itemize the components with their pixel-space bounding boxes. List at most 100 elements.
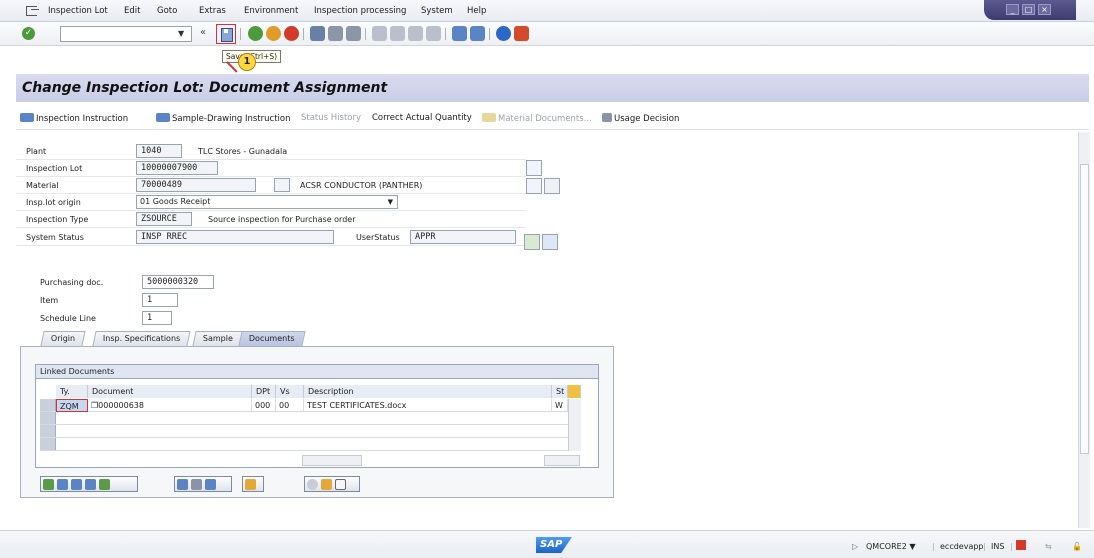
exit-app-icon[interactable]: [266, 26, 281, 41]
table-row[interactable]: [40, 425, 581, 438]
system-status-field[interactable]: INSP RREC: [136, 230, 334, 244]
play-icon[interactable]: ▷: [852, 542, 858, 551]
close-icon[interactable]: ×: [1038, 4, 1051, 15]
filter-icon[interactable]: [85, 479, 96, 490]
new-document-icon[interactable]: [321, 479, 332, 490]
collapse-chevron-icon[interactable]: «: [200, 27, 206, 38]
object-link-buttons[interactable]: [304, 476, 360, 492]
export-button[interactable]: [242, 476, 264, 492]
sample-drawing-instruction-button[interactable]: Sample-Drawing Instruction: [156, 113, 290, 124]
table-row[interactable]: ZQM ❐000000638 000 00 TEST CERTIFICATES.…: [40, 399, 581, 412]
schedule-line-field[interactable]: 1: [142, 311, 172, 325]
tab-sample[interactable]: Sample: [192, 331, 244, 346]
previous-page-icon[interactable]: [390, 26, 405, 41]
cell-vs[interactable]: 00: [276, 399, 304, 412]
column-header-status[interactable]: St: [552, 385, 568, 398]
maximize-icon[interactable]: □: [1022, 4, 1035, 15]
print-icon[interactable]: [310, 26, 325, 41]
insp-lot-origin-dropdown[interactable]: 01 Goods Receipt ▼: [136, 195, 398, 209]
tab-insp-specifications[interactable]: Insp. Specifications: [92, 331, 191, 346]
inspection-instruction-button[interactable]: Inspection Instruction: [20, 113, 128, 124]
info-icon[interactable]: [542, 234, 558, 250]
document-display-buttons[interactable]: [174, 476, 232, 492]
back-icon[interactable]: [248, 26, 263, 41]
cell-description[interactable]: TEST CERTIFICATES.docx: [304, 399, 552, 412]
blank-page-icon[interactable]: [335, 479, 346, 490]
page-vertical-scrollbar[interactable]: [1078, 132, 1090, 528]
cell-type[interactable]: ZQM: [56, 399, 88, 412]
object-list-icon[interactable]: [544, 178, 560, 194]
table-settings-icon[interactable]: [568, 385, 581, 398]
material-checkbox[interactable]: [274, 178, 290, 192]
status-history-button[interactable]: Status History: [301, 113, 361, 123]
enter-check-icon[interactable]: ✓: [22, 27, 35, 40]
new-session-icon[interactable]: [452, 26, 467, 41]
delete-row-icon[interactable]: [57, 479, 68, 490]
performance-icon[interactable]: [1016, 540, 1026, 550]
menu-inspection-lot[interactable]: Inspection Lot: [48, 6, 108, 16]
table-row[interactable]: [40, 438, 581, 451]
menu-edit[interactable]: Edit: [124, 6, 140, 16]
status-system[interactable]: QMCORE2 ▼: [866, 542, 916, 551]
change-document-icon[interactable]: [191, 479, 202, 490]
tab-documents[interactable]: Documents: [238, 331, 306, 346]
exit-icon[interactable]: [26, 6, 39, 16]
help-icon[interactable]: [496, 26, 511, 41]
menu-goto[interactable]: Goto: [157, 6, 177, 16]
sort-icon[interactable]: [99, 479, 110, 490]
command-dropdown-icon[interactable]: ▼: [178, 29, 184, 38]
menu-extras[interactable]: Extras: [199, 6, 226, 16]
menu-help[interactable]: Help: [467, 6, 486, 16]
object-links-icon[interactable]: [307, 479, 318, 490]
inspection-type-field[interactable]: ZSOURCE: [136, 212, 192, 226]
material-documents-button[interactable]: Material Documents...: [482, 113, 592, 124]
inspection-lot-field[interactable]: 10000007900: [136, 161, 218, 175]
last-page-icon[interactable]: [426, 26, 441, 41]
cell-document[interactable]: ❐000000638: [88, 399, 252, 412]
column-header-dpt[interactable]: DPt: [252, 385, 276, 398]
next-page-icon[interactable]: [408, 26, 423, 41]
user-status-field[interactable]: APPR: [410, 230, 516, 244]
item-field[interactable]: 1: [142, 293, 178, 307]
cell-dpt[interactable]: 000: [252, 399, 276, 412]
save-button[interactable]: [216, 24, 236, 44]
find-icon[interactable]: [328, 26, 343, 41]
find-icon[interactable]: [71, 479, 82, 490]
change-status-icon[interactable]: [524, 234, 540, 250]
first-page-icon[interactable]: [372, 26, 387, 41]
edit-long-text-icon[interactable]: [526, 160, 542, 176]
customize-layout-icon[interactable]: [514, 26, 529, 41]
column-header-type[interactable]: Ty.: [56, 385, 88, 398]
insert-row-icon[interactable]: [43, 479, 54, 490]
table-row[interactable]: [40, 412, 581, 425]
shortcut-icon[interactable]: [470, 26, 485, 41]
column-header-document[interactable]: Document: [88, 385, 252, 398]
usage-decision-button[interactable]: Usage Decision: [602, 113, 679, 124]
connection-icon[interactable]: ⇆: [1045, 542, 1052, 551]
menu-inspection-processing[interactable]: Inspection processing: [314, 6, 406, 16]
correct-actual-quantity-button[interactable]: Correct Actual Quantity: [372, 113, 472, 123]
command-field[interactable]: [60, 26, 192, 42]
column-header-vs[interactable]: Vs: [276, 385, 304, 398]
table-horizontal-scrollbar-right[interactable]: [544, 455, 580, 466]
display-document-icon[interactable]: [177, 479, 188, 490]
menu-system[interactable]: System: [421, 6, 453, 16]
cancel-icon[interactable]: [284, 26, 299, 41]
find-next-icon[interactable]: [346, 26, 361, 41]
print-icon[interactable]: [205, 479, 216, 490]
table-horizontal-scrollbar[interactable]: [302, 455, 362, 466]
table-vertical-scrollbar[interactable]: [568, 399, 581, 451]
menu-environment[interactable]: Environment: [244, 6, 298, 16]
scrollbar-thumb[interactable]: [1080, 164, 1089, 454]
cell-status[interactable]: W: [552, 399, 568, 412]
table-edit-buttons[interactable]: [40, 476, 138, 492]
column-header-description[interactable]: Description: [304, 385, 552, 398]
minimize-icon[interactable]: _: [1006, 4, 1019, 15]
plant-field[interactable]: 1040: [136, 144, 182, 158]
lock-icon[interactable]: 🔓: [1072, 542, 1082, 551]
display-details-icon[interactable]: [526, 178, 542, 194]
export-icon[interactable]: [245, 479, 256, 490]
tab-origin[interactable]: Origin: [40, 331, 86, 346]
material-field[interactable]: 70000489: [136, 178, 256, 192]
purchasing-doc-field[interactable]: 5000000320: [142, 275, 214, 289]
